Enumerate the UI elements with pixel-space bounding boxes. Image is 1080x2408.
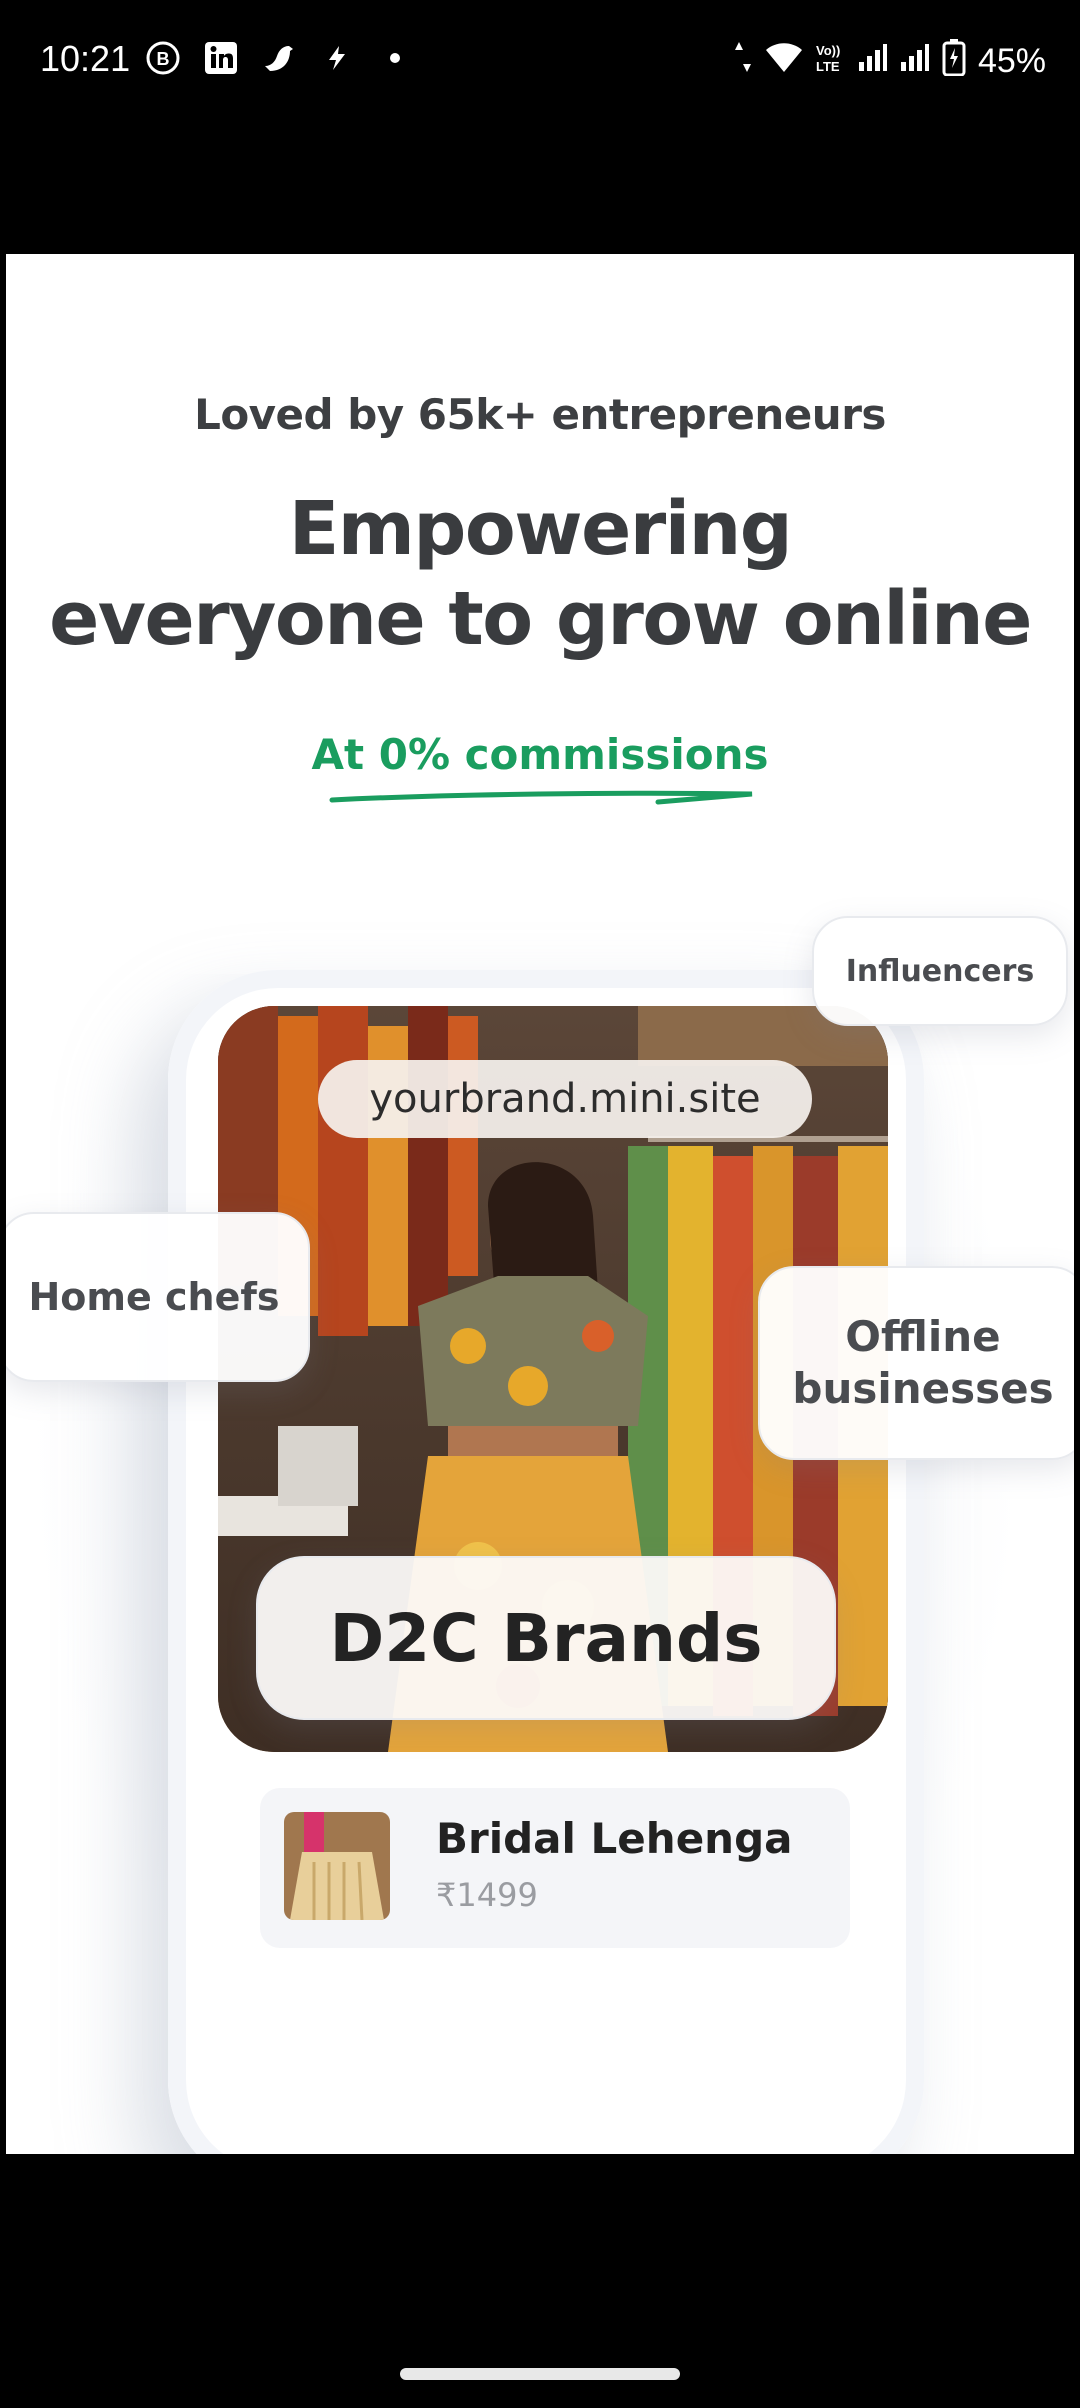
chip-offline-businesses: Offline businesses [758, 1266, 1074, 1460]
system-status: Vo)) LTE 45% [734, 38, 1046, 85]
notification-icons: B [145, 40, 413, 76]
wifi-icon [764, 40, 804, 83]
linkedin-icon [203, 40, 239, 76]
product-name: Bridal Lehenga [436, 1814, 793, 1863]
bird-icon [261, 40, 297, 76]
chip-influencers: Influencers [812, 916, 1068, 1026]
svg-text:Vo)): Vo)) [816, 43, 840, 58]
dot-icon [377, 40, 413, 76]
chip-offline-line-2: businesses [792, 1364, 1054, 1413]
chip-offline-line-1: Offline [845, 1312, 1001, 1361]
commission-text: At 0% commissions [311, 730, 769, 779]
headline-line-1: Empowering [288, 486, 793, 572]
underline-stroke [329, 790, 753, 805]
product-price: ₹1499 [436, 1876, 538, 1914]
signal-icon [900, 42, 930, 81]
chip-d2c-brands: D2C Brands [256, 1556, 836, 1720]
svg-text:LTE: LTE [816, 59, 840, 74]
status-bar: 10:21 B Vo)) LTE 45% [0, 0, 1080, 124]
home-gesture-bar[interactable] [400, 2368, 680, 2380]
b-circle-icon: B [145, 40, 181, 76]
site-url-pill: yourbrand.mini.site [318, 1060, 812, 1138]
battery-percent: 45% [977, 42, 1046, 80]
svg-text:B: B [157, 49, 170, 69]
chip-home-chefs: Home chefs [6, 1212, 310, 1382]
tagline: Loved by 65k+ entrepreneurs [194, 390, 886, 439]
battery-icon [942, 38, 966, 85]
page-title: Empowering everyone to grow online [6, 484, 1074, 664]
product-card: Bridal Lehenga ₹1499 [260, 1788, 850, 1948]
onboarding-card: Loved by 65k+ entrepreneurs Empowering e… [6, 254, 1074, 2154]
volte-icon: Vo)) LTE [816, 40, 846, 83]
headline-line-2: everyone to grow online [49, 576, 1032, 662]
signal-icon [858, 42, 888, 81]
status-time: 10:21 [40, 38, 131, 79]
product-thumbnail [284, 1812, 390, 1920]
flash-icon [319, 40, 355, 76]
data-arrows-icon [734, 40, 752, 83]
